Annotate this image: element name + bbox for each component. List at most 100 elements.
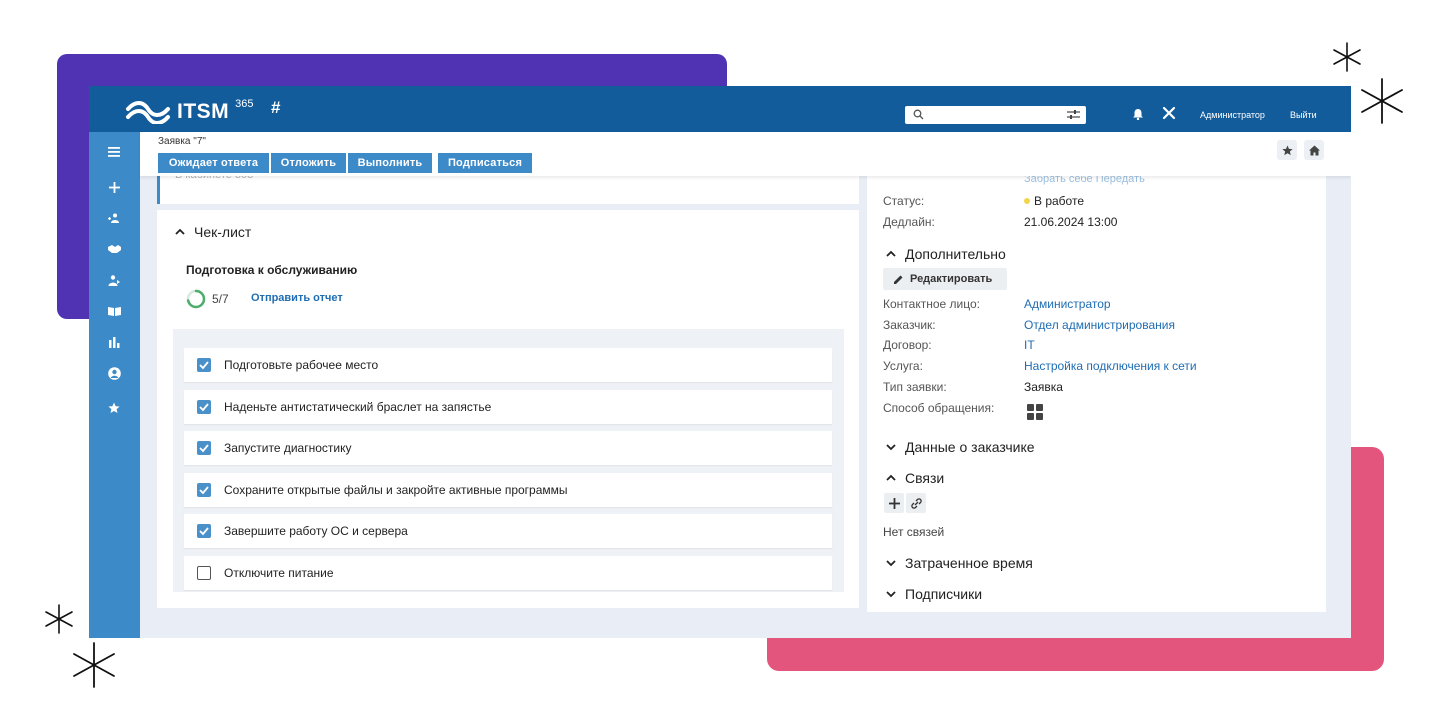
chevron-down-icon [886,591,896,598]
star-icon [1281,144,1293,155]
checkbox[interactable] [197,483,211,497]
chevron-up-icon [886,474,896,481]
logo[interactable]: ITSM 365 [125,98,254,124]
stage: ITSM 365 # Администратор Выйти Заявка "7… [0,0,1440,724]
checklist-item[interactable]: Наденьте антистатический браслет на запя… [184,390,832,424]
progress-count: 5/7 [212,292,229,306]
contact-value[interactable]: Администратор [1024,297,1111,311]
status-value: В работе [1024,194,1084,208]
user-menu-link[interactable]: Администратор [1200,110,1265,120]
edit-button[interactable]: Редактировать [883,268,1007,290]
chevron-up-icon [886,250,896,257]
checklist-item-label: Сохраните открытые файлы и закройте акти… [224,483,568,497]
details-panel [867,176,1326,612]
tools-icon[interactable] [1162,106,1176,120]
subscribers-header-label: Подписчики [905,586,983,602]
checklist-item-label: Подготовьте рабочее место [224,358,379,372]
grid-icon [1027,404,1043,420]
checklist-item-label: Наденьте антистатический браслет на запя… [224,400,492,414]
team-icon[interactable] [104,208,124,228]
checkbox[interactable] [197,524,211,538]
checkbox[interactable] [197,441,211,455]
add-link-button[interactable] [884,493,904,513]
home-icon [1308,145,1320,155]
plus-icon[interactable] [104,177,124,197]
chevron-down-icon [886,560,896,567]
filter-icon[interactable] [1067,109,1080,120]
checklist-item[interactable]: Подготовьте рабочее место [184,348,832,382]
logo-wave-icon [126,101,170,124]
no-links-text: Нет связей [883,525,945,539]
checklist-item[interactable]: Завершите работу ОС и сервера [184,514,832,548]
top-bar: ITSM 365 # Администратор Выйти [89,86,1351,132]
postpone-button[interactable]: Отложить [271,153,346,173]
checkmark-icon [199,361,209,370]
users-icon[interactable] [104,270,124,290]
additional-section-header[interactable]: Дополнительно [885,246,1006,262]
attach-link-button[interactable] [906,493,926,513]
chevron-up-icon [175,228,185,235]
plus-icon [888,497,900,509]
checklist-item[interactable]: Сохраните открытые файлы и закройте акти… [184,473,832,507]
handshake-icon[interactable] [104,239,124,259]
contact-label: Контактное лицо: [883,297,980,311]
checklist-item-label: Завершите работу ОС и сервера [224,524,408,538]
checklist-item-label: Отключите питание [224,566,334,580]
deadline-label: Дедлайн: [883,215,935,229]
sparkle-icon [45,604,73,634]
customer-label: Заказчик: [883,318,936,332]
status-label: Статус: [883,194,925,208]
favorite-button[interactable] [1277,140,1297,160]
profile-icon[interactable] [104,363,124,383]
reports-icon[interactable] [104,332,124,352]
search-input[interactable] [905,106,1086,124]
checkmark-icon [199,444,209,453]
checkbox[interactable] [197,566,211,580]
logout-link[interactable]: Выйти [1290,110,1317,120]
breadcrumb[interactable]: Заявка "7" [158,136,206,147]
checkmark-icon [199,527,209,536]
checkbox[interactable] [197,358,211,372]
checklist-header-label: Чек-лист [194,224,252,240]
subscribe-button[interactable]: Подписаться [438,153,532,173]
waiting-response-button[interactable]: Ожидает ответа [158,153,269,173]
time-spent-section-header[interactable]: Затраченное время [885,555,1033,571]
execute-button[interactable]: Выполнить [348,153,432,173]
star-icon[interactable] [104,398,124,418]
search-icon [913,109,924,120]
checklist-item[interactable]: Запустите диагностику [184,431,832,465]
link-icon [910,497,922,509]
logo-text: ITSM [177,100,230,123]
status-text: В работе [1034,194,1085,208]
sparkle-icon [1361,78,1403,124]
menu-icon[interactable] [104,142,124,162]
checkbox[interactable] [197,400,211,414]
time-spent-header-label: Затраченное время [905,555,1033,571]
pencil-icon [894,275,903,284]
home-button[interactable] [1304,140,1324,160]
status-dot [1024,197,1030,204]
hash-icon[interactable]: # [271,98,280,118]
checklist-item-label: Запустите диагностику [224,441,352,455]
contact-method-label: Способ обращения: [883,401,995,415]
contract-value[interactable]: IT [1024,338,1035,352]
book-icon[interactable] [104,301,124,321]
service-value[interactable]: Настройка подключения к сети [1024,359,1197,373]
progress-ring [186,289,206,309]
logo-superscript: 365 [235,98,254,110]
sparkle-icon [1333,42,1361,72]
service-label: Услуга: [883,359,923,373]
checklist-item[interactable]: Отключите питание [184,556,832,590]
app-window: ITSM 365 # Администратор Выйти Заявка "7… [89,86,1351,638]
customer-value[interactable]: Отдел администрирования [1024,318,1175,332]
request-header: Заявка "7" Ожидает ответа Отложить Выпол… [140,132,1351,176]
bell-icon[interactable] [1132,108,1144,120]
checkmark-icon [199,403,209,412]
sidebar [89,132,140,638]
subscribers-section-header[interactable]: Подписчики [885,586,982,602]
additional-header-label: Дополнительно [905,246,1006,262]
checklist-header[interactable]: Чек-лист [174,224,251,240]
customer-data-section-header[interactable]: Данные о заказчике [885,439,1035,455]
send-report-link[interactable]: Отправить отчет [251,292,343,304]
links-section-header[interactable]: Связи [885,470,944,486]
